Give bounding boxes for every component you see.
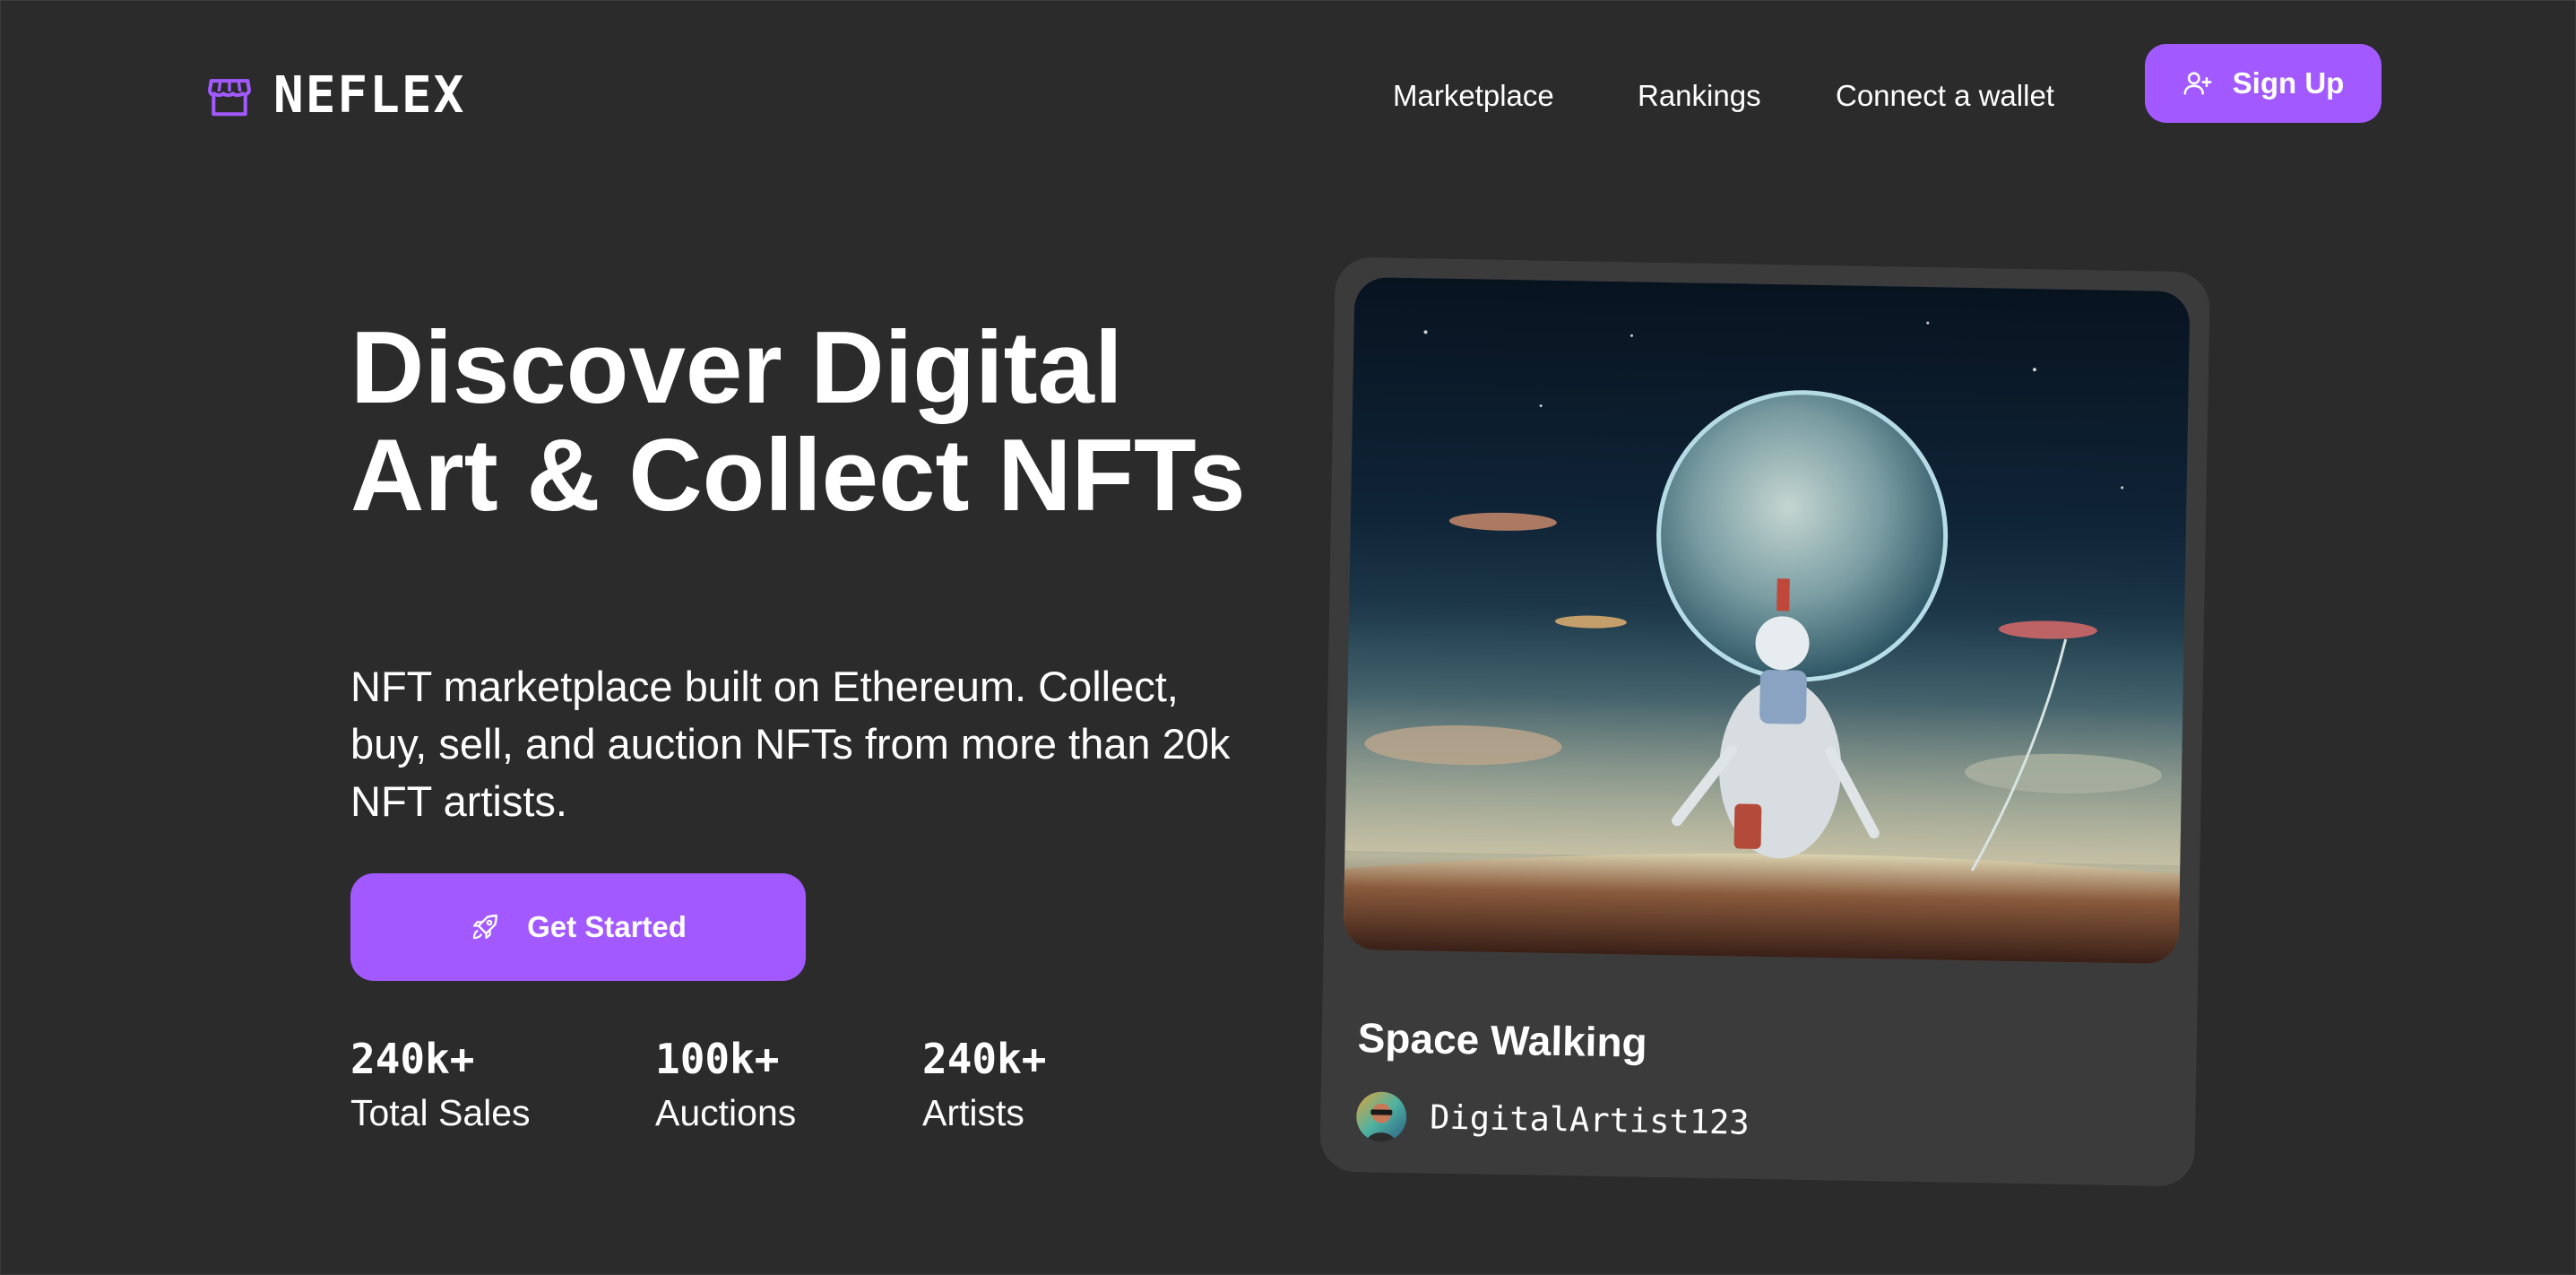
stat-value: 100k+ (655, 1035, 780, 1083)
nft-title: Space Walking (1357, 1014, 1648, 1066)
artist-name: DigitalArtist123 (1429, 1097, 1750, 1142)
artist-info[interactable]: DigitalArtist123 (1356, 1091, 1750, 1149)
stat-label: Total Sales (350, 1092, 531, 1133)
stat-label: Auctions (655, 1092, 797, 1133)
stat-value: 240k+ (350, 1035, 475, 1083)
nav-link-connect-wallet[interactable]: Connect a wallet (1836, 78, 2054, 114)
astronaut-planet-artwork[interactable] (1343, 276, 2191, 965)
page-frame: NEFLEX Marketplace Rankings Connect a wa… (0, 0, 2576, 1275)
get-started-button[interactable]: Get Started (350, 873, 806, 981)
brand-name: NEFLEX (273, 66, 466, 125)
storefront-icon (208, 79, 251, 117)
user-plus-icon (2183, 72, 2212, 95)
sign-up-button[interactable]: Sign Up (2145, 44, 2382, 123)
hero-subtitle: NFT marketplace built on Ethereum. Colle… (350, 663, 1231, 825)
nav-link-marketplace[interactable]: Marketplace (1393, 78, 1554, 114)
stat-auctions: 100k+ Auctions (655, 1034, 796, 1136)
brand-logo[interactable]: NEFLEX (205, 71, 465, 121)
nav-link-rankings[interactable]: Rankings (1638, 78, 1761, 114)
stat-total-sales: 240k+ Total Sales (350, 1034, 531, 1136)
get-started-label: Get Started (527, 910, 687, 943)
artist-avatar (1356, 1091, 1407, 1142)
stat-artists: 240k+ Artists (922, 1034, 1046, 1136)
featured-nft-card[interactable]: Space Walking DigitalArtist123 (1319, 256, 2210, 1187)
hero-title: Discover Digital Art & Collect NFTs (350, 311, 1246, 533)
stat-value: 240k+ (922, 1035, 1047, 1083)
stat-label: Artists (922, 1092, 1024, 1133)
artwork-illustration (1343, 321, 2185, 965)
rocket-icon (472, 915, 498, 940)
sign-up-label: Sign Up (2232, 66, 2345, 100)
